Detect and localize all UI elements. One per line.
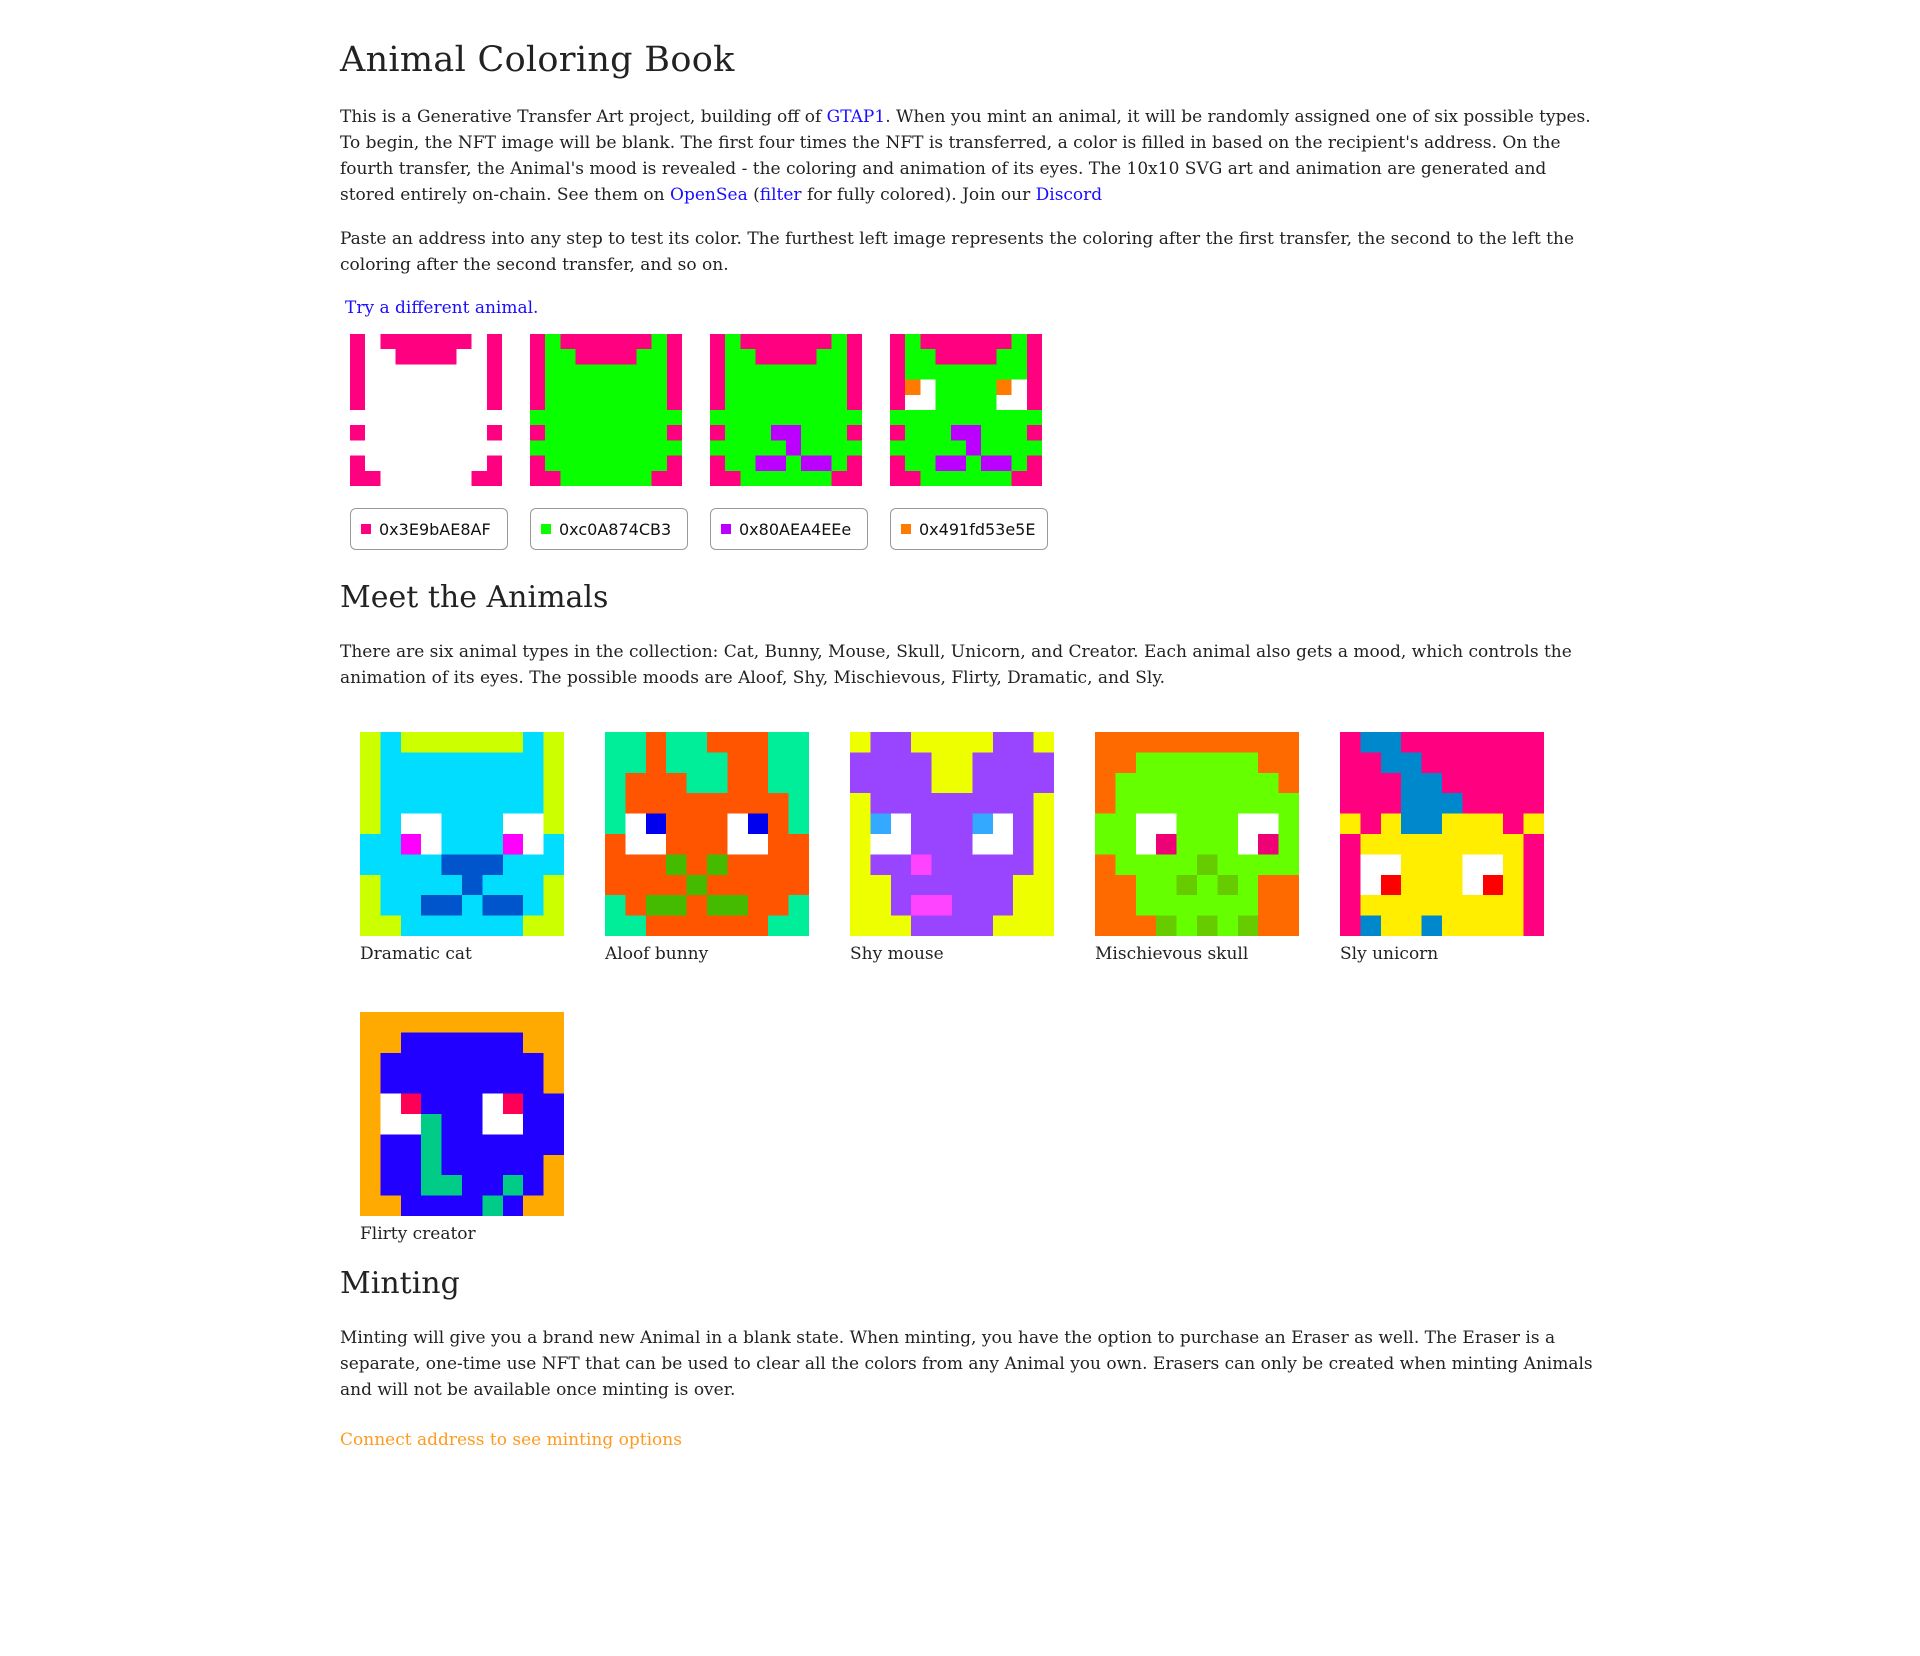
gtap1-link[interactable]: GTAP1 [827, 107, 886, 127]
minting-heading: Minting [340, 1266, 460, 1301]
step-3-address-value: 0x80AEA4EEe [739, 519, 852, 539]
transfer-step-3: 0x80AEA4EEe [710, 334, 868, 550]
paste-paragraph: Paste an address into any step to test i… [340, 229, 1575, 275]
transfer-step-2: 0xc0A874CB3 [530, 334, 688, 550]
step-1-color-swatch [361, 524, 371, 534]
step-1-address-field[interactable]: 0x3E9bAE8AF [350, 508, 508, 550]
intro-paragraph: This is a Generative Transfer Art projec… [340, 104, 1600, 208]
try-different-animal-link[interactable]: Try a different animal. [345, 298, 538, 318]
step-3-color-swatch [721, 524, 731, 534]
intro-text-3: ( [747, 185, 760, 205]
creator-image [360, 1012, 564, 1216]
animal-card-unicorn: Sly unicorn [1340, 732, 1544, 964]
animal-caption: Sly unicorn [1340, 944, 1439, 964]
step-1-image [350, 334, 502, 486]
animal-caption: Dramatic cat [360, 944, 472, 964]
bunny-image [605, 732, 809, 936]
animal-caption: Shy mouse [850, 944, 944, 964]
minting-paragraph: Minting will give you a brand new Animal… [340, 1328, 1593, 1400]
animal-card-bunny: Aloof bunny [605, 732, 809, 964]
step-4-image [890, 334, 1042, 486]
mouse-image [850, 732, 1054, 936]
step-1-address-value: 0x3E9bAE8AF [379, 519, 491, 539]
connect-address-link[interactable]: Connect address to see minting options [340, 1430, 682, 1450]
intro-text-1: This is a Generative Transfer Art projec… [340, 107, 827, 127]
animal-card-cat: Dramatic cat [360, 732, 564, 964]
meet-animals-heading: Meet the Animals [340, 580, 609, 615]
animal-caption: Mischievous skull [1095, 944, 1249, 964]
transfer-step-4: 0x491fd53e5E [890, 334, 1048, 550]
step-2-color-swatch [541, 524, 551, 534]
step-2-address-field[interactable]: 0xc0A874CB3 [530, 508, 688, 550]
intro-text-4: for fully colored). Join our [801, 185, 1036, 205]
unicorn-image [1340, 732, 1544, 936]
opensea-link[interactable]: OpenSea [670, 185, 748, 205]
step-1-pixels [350, 334, 502, 486]
step-3-address-field[interactable]: 0x80AEA4EEe [710, 508, 868, 550]
skull-image [1095, 732, 1299, 936]
meet-animals-paragraph: There are six animal types in the collec… [340, 642, 1572, 688]
step-2-image [530, 334, 682, 486]
step-4-color-swatch [901, 524, 911, 534]
animal-card-mouse: Shy mouse [850, 732, 1054, 964]
cat-image [360, 732, 564, 936]
animal-caption: Aloof bunny [605, 944, 709, 964]
animal-card-creator: Flirty creator [360, 1012, 564, 1244]
filter-link[interactable]: filter [760, 185, 802, 205]
discord-link[interactable]: Discord [1036, 185, 1103, 205]
step-4-address-field[interactable]: 0x491fd53e5E [890, 508, 1048, 550]
step-3-image [710, 334, 862, 486]
transfer-step-1: 0x3E9bAE8AF [350, 334, 508, 550]
animal-caption: Flirty creator [360, 1224, 476, 1244]
step-4-address-value: 0x491fd53e5E [919, 519, 1036, 539]
page-title: Animal Coloring Book [340, 40, 735, 80]
step-2-address-value: 0xc0A874CB3 [559, 519, 672, 539]
animal-card-skull: Mischievous skull [1095, 732, 1299, 964]
